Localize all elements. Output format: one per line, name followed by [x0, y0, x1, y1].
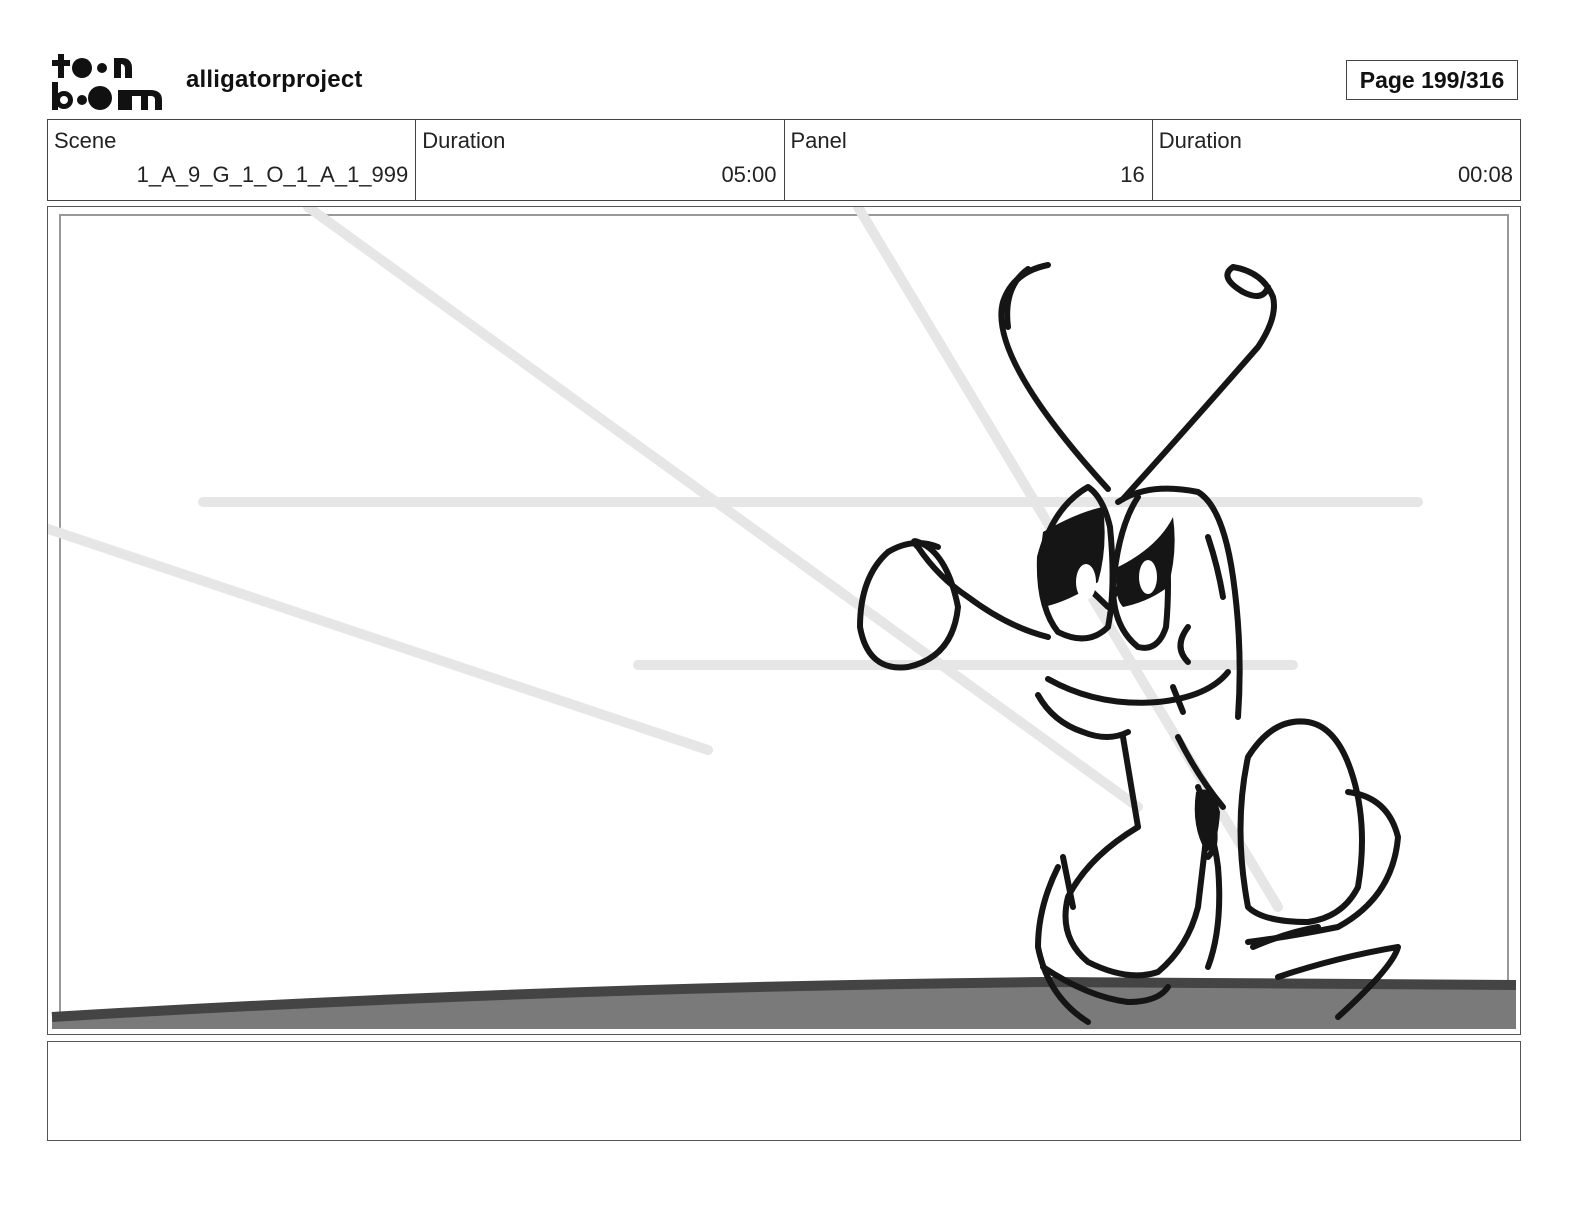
scene-label: Scene — [54, 128, 117, 153]
panel-cell: Panel 16 — [785, 120, 1153, 200]
storyboard-panel — [47, 206, 1521, 1035]
panel-value: 16 — [1120, 162, 1145, 187]
scene-duration-cell: Duration 05:00 — [416, 120, 785, 200]
character-body — [857, 538, 1401, 1025]
scene-cell: Scene 1_A_9_G_1_O_1_A_1_999 — [48, 120, 417, 200]
panel-duration-label: Duration — [1158, 128, 1242, 153]
scene-value: 1_A_9_G_1_O_1_A_1_999 — [136, 162, 409, 187]
panel-sketch — [48, 207, 1517, 1029]
toon-boom-logo — [52, 54, 162, 110]
panel-duration-value: 00:08 — [1457, 162, 1513, 187]
panel-duration-cell: Duration 00:08 — [1153, 120, 1520, 200]
inner-frame — [59, 214, 1509, 1028]
character-sketch — [998, 262, 1277, 720]
right-pupil-highlight — [1139, 560, 1157, 594]
left-pupil-highlight — [1076, 564, 1096, 600]
project-name: alligatorproject — [186, 66, 363, 93]
scene-duration-value: 05:00 — [721, 162, 777, 187]
panel-label: Panel — [790, 128, 847, 153]
scene-duration-label: Duration — [422, 128, 506, 153]
page-indicator: Page 199/316 — [1346, 60, 1518, 100]
caption-area — [47, 1041, 1521, 1141]
panel-info-table: Scene 1_A_9_G_1_O_1_A_1_999 Duration 05:… — [47, 119, 1521, 201]
